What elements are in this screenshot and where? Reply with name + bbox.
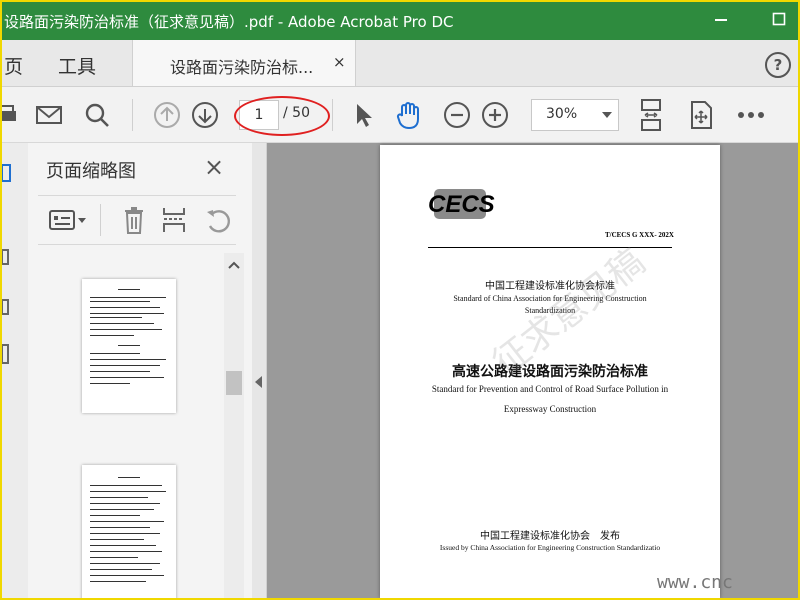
page-thumbnail[interactable] bbox=[82, 465, 176, 598]
close-panel-icon[interactable]: × bbox=[204, 153, 224, 181]
mail-icon[interactable] bbox=[34, 100, 64, 130]
chevron-down-icon bbox=[602, 112, 612, 118]
more-icon[interactable] bbox=[736, 100, 766, 130]
print-icon[interactable] bbox=[2, 100, 22, 130]
header-rule bbox=[428, 247, 672, 248]
toolbar-separator bbox=[332, 99, 333, 131]
zoom-in-icon[interactable] bbox=[480, 100, 510, 130]
standard-title-en-1: Standard for Prevention and Control of R… bbox=[431, 384, 669, 394]
delete-icon[interactable] bbox=[122, 206, 146, 234]
menu-home[interactable]: 页 bbox=[4, 52, 23, 79]
fit-page-icon[interactable] bbox=[636, 99, 666, 131]
site-watermark: www.cnc bbox=[657, 572, 733, 593]
rotate-view-icon[interactable] bbox=[686, 100, 716, 130]
toolbar: 1 / 50 30% bbox=[2, 87, 798, 143]
collapse-arrow-icon bbox=[255, 376, 262, 388]
thumbnail-panel: 页面缩略图 × bbox=[28, 143, 252, 598]
search-icon[interactable] bbox=[82, 100, 112, 130]
panel-title: 页面缩略图 bbox=[46, 161, 136, 182]
scroll-thumb[interactable] bbox=[226, 371, 242, 395]
panel-collapse-handle[interactable] bbox=[252, 143, 267, 598]
thumbnail-list: 16 bbox=[28, 253, 224, 598]
standard-title-en-2: Expressway Construction bbox=[503, 404, 597, 414]
maximize-icon[interactable] bbox=[766, 8, 792, 34]
zoom-select[interactable]: 30% bbox=[531, 99, 619, 131]
prev-page-icon[interactable] bbox=[152, 100, 182, 130]
pdf-page: CECS T/CECS G XXX- 202X 中国工程建设标准化协会标准 St… bbox=[380, 145, 720, 598]
navigation-strip bbox=[2, 143, 29, 598]
undo-icon[interactable] bbox=[204, 206, 232, 234]
toolbar-separator bbox=[132, 99, 133, 131]
menu-tools[interactable]: 工具 bbox=[58, 52, 96, 79]
issuer-cn: 中国工程建设标准化协会 发布 bbox=[480, 531, 620, 542]
app-window: 设路面污染防治标准（征求意见稿）.pdf - Adobe Acrobat Pro… bbox=[0, 0, 800, 600]
minimize-icon[interactable] bbox=[708, 8, 734, 34]
issuer-en: Issued by China Association for Engineer… bbox=[439, 543, 661, 552]
close-tab-icon[interactable]: × bbox=[333, 53, 346, 71]
select-arrow-icon[interactable] bbox=[348, 100, 378, 130]
tab-bar: 页 工具 设路面污染防治标... × ? bbox=[2, 40, 798, 87]
annotation-highlight bbox=[234, 96, 330, 136]
help-icon[interactable]: ? bbox=[765, 52, 791, 78]
attachments-icon[interactable] bbox=[2, 298, 12, 318]
extract-icon[interactable] bbox=[162, 206, 188, 234]
panel-toolbar bbox=[38, 195, 236, 245]
zoom-value: 30% bbox=[546, 106, 578, 122]
document-viewer[interactable]: CECS T/CECS G XXX- 202X 中国工程建设标准化协会标准 St… bbox=[267, 143, 798, 598]
document-tab-label: 设路面污染防治标... bbox=[170, 58, 314, 77]
standard-title-cn: 高速公路建设路面污染防治标准 bbox=[452, 364, 648, 380]
page-thumbnails-icon[interactable] bbox=[2, 163, 12, 183]
options-icon[interactable] bbox=[48, 208, 88, 232]
hand-icon[interactable] bbox=[394, 100, 424, 130]
page-thumbnail[interactable] bbox=[82, 279, 176, 413]
zoom-out-icon[interactable] bbox=[442, 100, 472, 130]
document-tab[interactable]: 设路面污染防治标... × bbox=[132, 40, 356, 86]
scroll-up-icon[interactable] bbox=[228, 261, 240, 269]
thumbnail-scrollbar[interactable] bbox=[224, 253, 244, 598]
layers-icon[interactable] bbox=[2, 343, 12, 367]
next-page-icon[interactable] bbox=[190, 100, 220, 130]
cecs-logo: CECS bbox=[428, 189, 495, 219]
window-title: 设路面污染防治标准（征求意见稿）.pdf - Adobe Acrobat Pro… bbox=[4, 13, 454, 31]
bookmarks-icon[interactable] bbox=[2, 248, 12, 268]
panel-separator bbox=[100, 204, 101, 236]
title-bar: 设路面污染防治标准（征求意见稿）.pdf - Adobe Acrobat Pro… bbox=[2, 2, 798, 40]
